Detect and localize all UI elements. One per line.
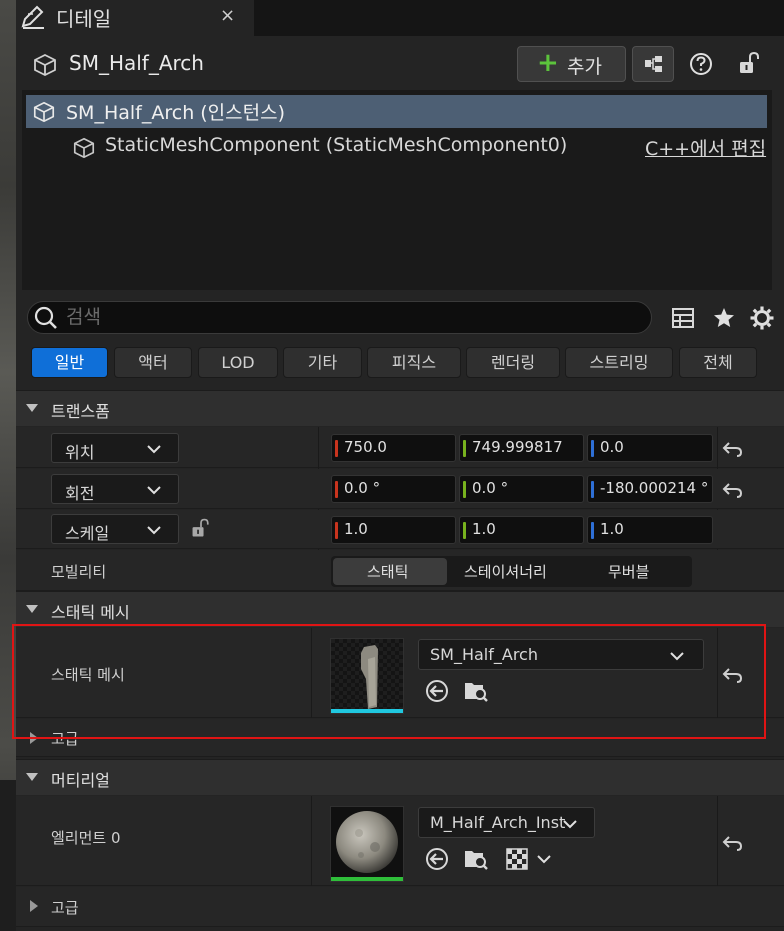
z-axis-marker — [591, 481, 594, 498]
material-element-label: 엘리먼트 0 — [51, 829, 121, 847]
chevron-down-icon — [147, 486, 161, 495]
actor-cube-icon — [32, 100, 56, 124]
material-thumbnail[interactable] — [330, 806, 404, 882]
chevron-down-icon[interactable] — [536, 853, 552, 865]
blueprint-button[interactable] — [632, 46, 674, 82]
section-materials[interactable] — [16, 759, 784, 795]
rotation-y-field[interactable]: 0.0 ° — [459, 475, 584, 503]
scale-mode-label: 스케일 — [65, 524, 110, 543]
help-icon[interactable] — [688, 51, 714, 77]
filter-tab-all[interactable]: 전체 — [679, 347, 757, 378]
tree-child-label[interactable]: StaticMeshComponent (StaticMeshComponent… — [105, 134, 567, 156]
chevron-down-icon — [147, 526, 161, 535]
search-icon — [33, 305, 59, 331]
scale-y-value: 1.0 — [472, 520, 496, 538]
chevron-down-icon — [147, 445, 161, 454]
pencil-icon — [20, 4, 46, 30]
column-divider — [311, 796, 312, 886]
scale-z-value: 1.0 — [600, 520, 624, 538]
actor-name: SM_Half_Arch — [69, 51, 204, 75]
rotation-mode-label: 회전 — [65, 484, 95, 503]
grid-view-icon[interactable] — [671, 306, 695, 330]
filter-tab-physics[interactable]: 피직스 — [367, 347, 461, 378]
x-axis-marker — [335, 522, 338, 539]
location-mode-dropdown[interactable]: 위치 — [51, 433, 179, 463]
chevron-down-icon — [563, 820, 577, 829]
collapse-arrow-icon — [26, 404, 38, 412]
search-input[interactable] — [66, 303, 626, 331]
location-mode-label: 위치 — [65, 443, 95, 462]
gear-icon[interactable] — [749, 305, 775, 331]
x-axis-marker — [335, 481, 338, 498]
filter-tab-rendering[interactable]: 렌더링 — [466, 347, 560, 378]
section-static-mesh[interactable] — [16, 591, 784, 627]
checker-texture-icon[interactable] — [506, 848, 528, 870]
filter-tab-actor[interactable]: 액터 — [114, 347, 192, 378]
rotation-x-field[interactable]: 0.0 ° — [331, 475, 456, 503]
filter-tab-lod[interactable]: LOD — [198, 347, 278, 378]
section-title-static-mesh: 스태틱 메시 — [51, 603, 130, 622]
x-axis-marker — [335, 440, 338, 457]
location-y-value: 749.999817 — [472, 438, 563, 456]
material-advanced-label: 고급 — [51, 899, 79, 917]
collapse-arrow-icon — [26, 605, 38, 613]
y-axis-marker — [463, 522, 466, 539]
column-divider — [717, 796, 718, 886]
location-x-value: 750.0 — [344, 438, 387, 456]
y-axis-marker — [463, 481, 466, 498]
z-axis-marker — [591, 440, 594, 457]
use-selected-arrow-icon[interactable] — [425, 847, 449, 871]
edit-in-cpp-link[interactable]: C++에서 편집 — [645, 134, 766, 161]
scale-x-field[interactable]: 1.0 — [331, 516, 456, 544]
scale-z-field[interactable]: 1.0 — [587, 516, 713, 544]
y-axis-marker — [463, 440, 466, 457]
plus-icon: + — [537, 48, 559, 78]
filter-tab-streaming[interactable]: 스트리밍 — [565, 347, 673, 378]
location-x-field[interactable]: 750.0 — [331, 434, 456, 462]
filter-tab-general[interactable]: 일반 — [31, 347, 108, 378]
reset-arrow-icon[interactable] — [722, 481, 744, 499]
mobility-option-stationary[interactable]: 스테이셔너리 — [464, 561, 547, 582]
tab-details[interactable] — [16, 0, 254, 36]
expand-arrow-icon — [30, 900, 38, 912]
material-asset-picker[interactable]: M_Half_Arch_Inst — [418, 807, 595, 838]
tab-title: 디테일 — [56, 7, 112, 31]
section-title-materials: 머티리얼 — [51, 771, 110, 790]
material-advanced-row[interactable] — [16, 887, 784, 927]
rotation-z-field[interactable]: -180.000214 ° — [587, 475, 713, 503]
location-y-field[interactable]: 749.999817 — [459, 434, 584, 462]
close-icon[interactable]: × — [220, 5, 235, 26]
filter-tab-misc[interactable]: 기타 — [283, 347, 362, 378]
actor-cube-icon — [32, 52, 58, 78]
material-asset-name: M_Half_Arch_Inst — [430, 813, 566, 832]
lock-open-icon[interactable] — [190, 517, 212, 539]
rotation-z-value: -180.000214 ° — [600, 479, 709, 497]
reset-arrow-icon[interactable] — [722, 440, 744, 458]
star-icon[interactable] — [712, 306, 736, 330]
scale-mode-dropdown[interactable]: 스케일 — [51, 514, 179, 544]
rotation-mode-dropdown[interactable]: 회전 — [51, 474, 179, 504]
mobility-label: 모빌리티 — [51, 563, 107, 581]
location-z-field[interactable]: 0.0 — [587, 434, 713, 462]
tree-root-label: SM_Half_Arch (인스턴스) — [66, 102, 286, 124]
static-mesh-icon[interactable] — [72, 136, 96, 160]
rotation-y-value: 0.0 ° — [472, 479, 509, 497]
mobility-option-movable[interactable]: 무버블 — [608, 561, 649, 582]
location-z-value: 0.0 — [600, 438, 624, 456]
highlight-box — [12, 624, 766, 739]
section-transform[interactable] — [16, 390, 784, 426]
z-axis-marker — [591, 522, 594, 539]
section-title-transform: 트랜스폼 — [51, 402, 110, 421]
rotation-x-value: 0.0 ° — [344, 479, 381, 497]
collapse-arrow-icon — [26, 773, 38, 781]
lock-open-icon[interactable] — [737, 50, 763, 76]
scale-y-field[interactable]: 1.0 — [459, 516, 584, 544]
browse-asset-icon[interactable] — [463, 847, 489, 871]
viewport-edge-lower — [0, 780, 16, 931]
reset-arrow-icon[interactable] — [722, 834, 744, 852]
add-button-label: 추가 — [567, 56, 602, 78]
mobility-option-static-label: 스태틱 — [367, 563, 409, 581]
scale-x-value: 1.0 — [344, 520, 368, 538]
